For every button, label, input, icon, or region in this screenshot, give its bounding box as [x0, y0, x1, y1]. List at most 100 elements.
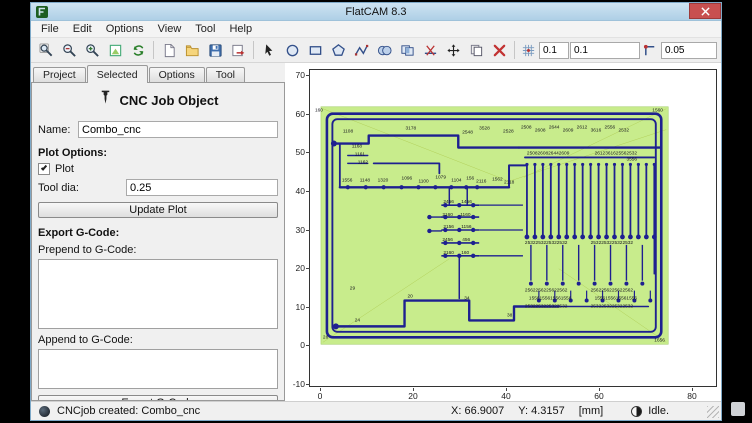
polygon-union-icon: [377, 43, 392, 58]
add-circle-icon: [285, 43, 300, 58]
replot-icon: [131, 43, 146, 58]
name-input[interactable]: [78, 121, 278, 138]
toolbar-separator: [514, 41, 515, 59]
delete-shape-button[interactable]: [488, 39, 510, 61]
board-annotation: 2532253225322532: [525, 303, 568, 309]
y-tick-mark: [306, 345, 310, 346]
idle-icon: [631, 406, 642, 417]
menu-item-view[interactable]: View: [151, 22, 189, 36]
grid-y-input[interactable]: [570, 42, 640, 59]
clear-plot-button[interactable]: [104, 39, 126, 61]
add-polygon-button[interactable]: [327, 39, 349, 61]
zoom-in-icon: [85, 43, 100, 58]
status-icon: [39, 406, 50, 417]
add-rectangle-button[interactable]: [304, 39, 326, 61]
y-tick-mark: [306, 384, 310, 385]
replot-button[interactable]: [127, 39, 149, 61]
coord-y: Y: 4.3157: [518, 405, 565, 417]
title-bar[interactable]: FlatCAM 8.3: [31, 3, 721, 21]
x-tick-mark: [599, 388, 600, 391]
new-project-button[interactable]: [158, 39, 180, 61]
board-annotation: 2118: [504, 179, 515, 185]
menu-item-file[interactable]: File: [34, 22, 66, 36]
zoom-in-button[interactable]: [81, 39, 103, 61]
board-annotation: 2562256225622562: [525, 288, 568, 294]
grid-x-input[interactable]: [539, 42, 569, 59]
board-annotation: 2160: [442, 212, 453, 218]
add-circle-button[interactable]: [281, 39, 303, 61]
board-annotation: 1556155615561556: [595, 296, 638, 302]
polygon-intersection-button[interactable]: [396, 39, 418, 61]
menu-bar: FileEditOptionsViewToolHelp: [31, 21, 721, 38]
zoom-out-button[interactable]: [58, 39, 80, 61]
board-annotation: 1162: [358, 159, 369, 165]
zoom-out-icon: [62, 43, 77, 58]
export-image-button[interactable]: [227, 39, 249, 61]
coord-x: X: 66.9007: [451, 405, 504, 417]
toolbar: [31, 38, 721, 63]
board-annotation: 2608: [535, 128, 546, 134]
board-annotation: 2532: [618, 128, 629, 134]
plot-options-label: Plot Options:: [38, 147, 278, 159]
close-button[interactable]: [689, 3, 721, 19]
x-tick-mark: [413, 388, 414, 391]
board-annotation: 1556: [342, 177, 353, 183]
tab-project[interactable]: Project: [33, 67, 86, 82]
check-icon: [41, 164, 47, 170]
board-annotation: 1556155615561556: [529, 296, 572, 302]
tab-bar: ProjectSelectedOptionsTool: [31, 63, 285, 82]
menu-item-edit[interactable]: Edit: [66, 22, 99, 36]
status-message: CNCjob created: Combo_cnc: [57, 405, 200, 417]
tab-selected[interactable]: Selected: [87, 65, 148, 83]
board-annotation: 160: [461, 250, 469, 256]
add-path-icon: [354, 43, 369, 58]
menu-item-help[interactable]: Help: [222, 22, 259, 36]
toolbar-separator: [153, 41, 154, 59]
screen: FlatCAM 8.3 FileEditOptionsViewToolHelp …: [0, 0, 752, 423]
app-icon: [36, 6, 48, 18]
cut-path-button[interactable]: [419, 39, 441, 61]
zoom-fit-button[interactable]: [35, 39, 57, 61]
append-textarea[interactable]: [38, 349, 278, 389]
open-project-button[interactable]: [181, 39, 203, 61]
corner-snap-button[interactable]: [641, 39, 660, 61]
board-annotation: 2532253225322532: [591, 240, 634, 246]
y-tick-label: 0: [285, 340, 305, 350]
move-objects-icon: [446, 43, 461, 58]
plot-axes: 1601108317825483528252825082608264426092…: [309, 69, 717, 387]
select-shape-button[interactable]: [258, 39, 280, 61]
y-tick-mark: [306, 75, 310, 76]
tab-tool[interactable]: Tool: [206, 67, 245, 82]
y-tick-mark: [306, 191, 310, 192]
menu-item-tool[interactable]: Tool: [188, 22, 222, 36]
board-annotation: 1656: [654, 337, 665, 343]
menu-item-options[interactable]: Options: [99, 22, 151, 36]
tool-dia-input[interactable]: [126, 179, 278, 196]
grid-snap-button[interactable]: [519, 39, 538, 61]
y-tick-label: 10: [285, 302, 305, 312]
tab-options[interactable]: Options: [149, 67, 205, 82]
board-annotation: 2644: [549, 125, 560, 131]
update-plot-button[interactable]: Update Plot: [38, 202, 278, 218]
y-tick-mark: [306, 152, 310, 153]
plot-canvas[interactable]: 1601108317825483528252825082608264426092…: [285, 63, 721, 401]
polygon-union-button[interactable]: [373, 39, 395, 61]
units-label: [mm]: [579, 405, 603, 417]
move-objects-button[interactable]: [442, 39, 464, 61]
resize-grip[interactable]: [707, 406, 719, 418]
board-annotation: 1156: [461, 224, 472, 230]
prepend-textarea[interactable]: [38, 259, 278, 329]
add-path-button[interactable]: [350, 39, 372, 61]
board-annotation: 29: [350, 286, 356, 292]
y-tick-mark: [306, 230, 310, 231]
y-tick-mark: [306, 114, 310, 115]
y-tick-label: -10: [285, 379, 305, 389]
board-annotation: 2612361625562532: [595, 150, 638, 156]
save-project-button[interactable]: [204, 39, 226, 61]
board-annotation: 2156: [443, 224, 454, 230]
copy-objects-button[interactable]: [465, 39, 487, 61]
plot-checkbox[interactable]: [38, 163, 50, 175]
board-annotation: 2548: [462, 130, 473, 136]
snap-max-input[interactable]: [661, 42, 717, 59]
board-annotation: 1560: [652, 108, 663, 114]
